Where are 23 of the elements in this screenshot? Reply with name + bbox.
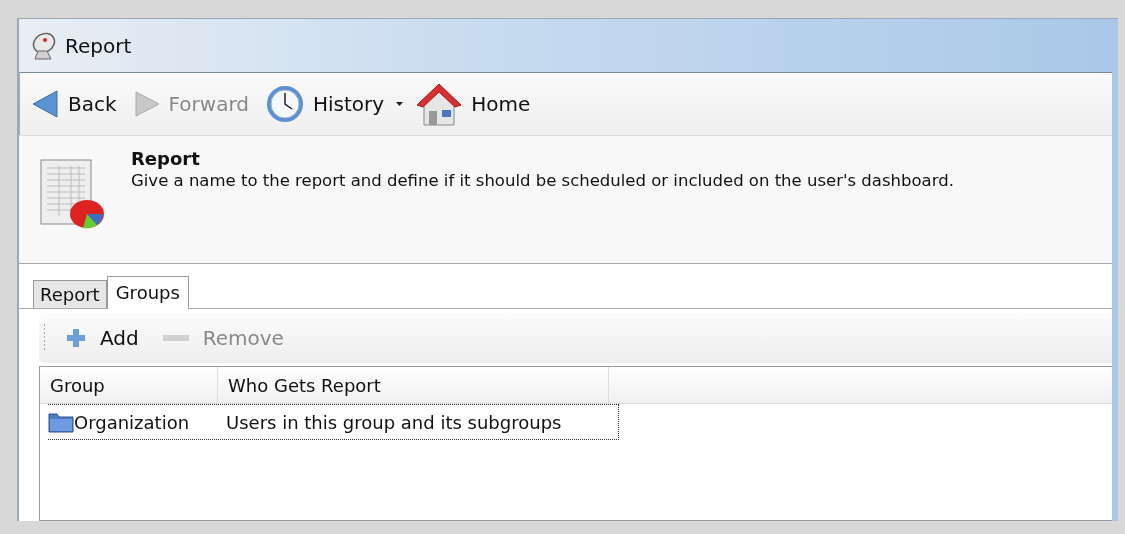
- tab[interactable]: Report: [33, 280, 107, 308]
- header-title: Report: [131, 148, 201, 169]
- nav-button[interactable]: Back: [28, 88, 129, 120]
- header-description: Give a name to the report and define if it should be scheduled or included on the user's dashboard.: [131, 171, 954, 190]
- tab[interactable]: Groups: [106, 276, 189, 309]
- table-cell: Users in this group and its subgroups: [226, 411, 562, 433]
- plus-icon: [66, 328, 86, 348]
- house-icon: [415, 81, 464, 127]
- window-title: Report: [65, 33, 132, 58]
- clock-icon: [265, 84, 305, 124]
- table-cell-text: Organization: [74, 411, 191, 433]
- grip-icon: [43, 324, 46, 352]
- back-arrow-icon: [30, 88, 60, 120]
- action-button[interactable]: Add: [62, 326, 143, 350]
- table-row[interactable]: Organization Users in this group and its subgroups: [48, 404, 619, 440]
- minus-icon: [162, 335, 189, 341]
- nav-button[interactable]: Home: [413, 81, 543, 127]
- nav-button[interactable]: History: [263, 84, 412, 124]
- column-header[interactable]: Group: [40, 367, 218, 403]
- column-header[interactable]: Who Gets Report: [218, 367, 609, 403]
- folder-icon: [48, 411, 74, 433]
- forward-arrow-icon: [132, 89, 161, 119]
- report-chart-icon: [39, 158, 105, 230]
